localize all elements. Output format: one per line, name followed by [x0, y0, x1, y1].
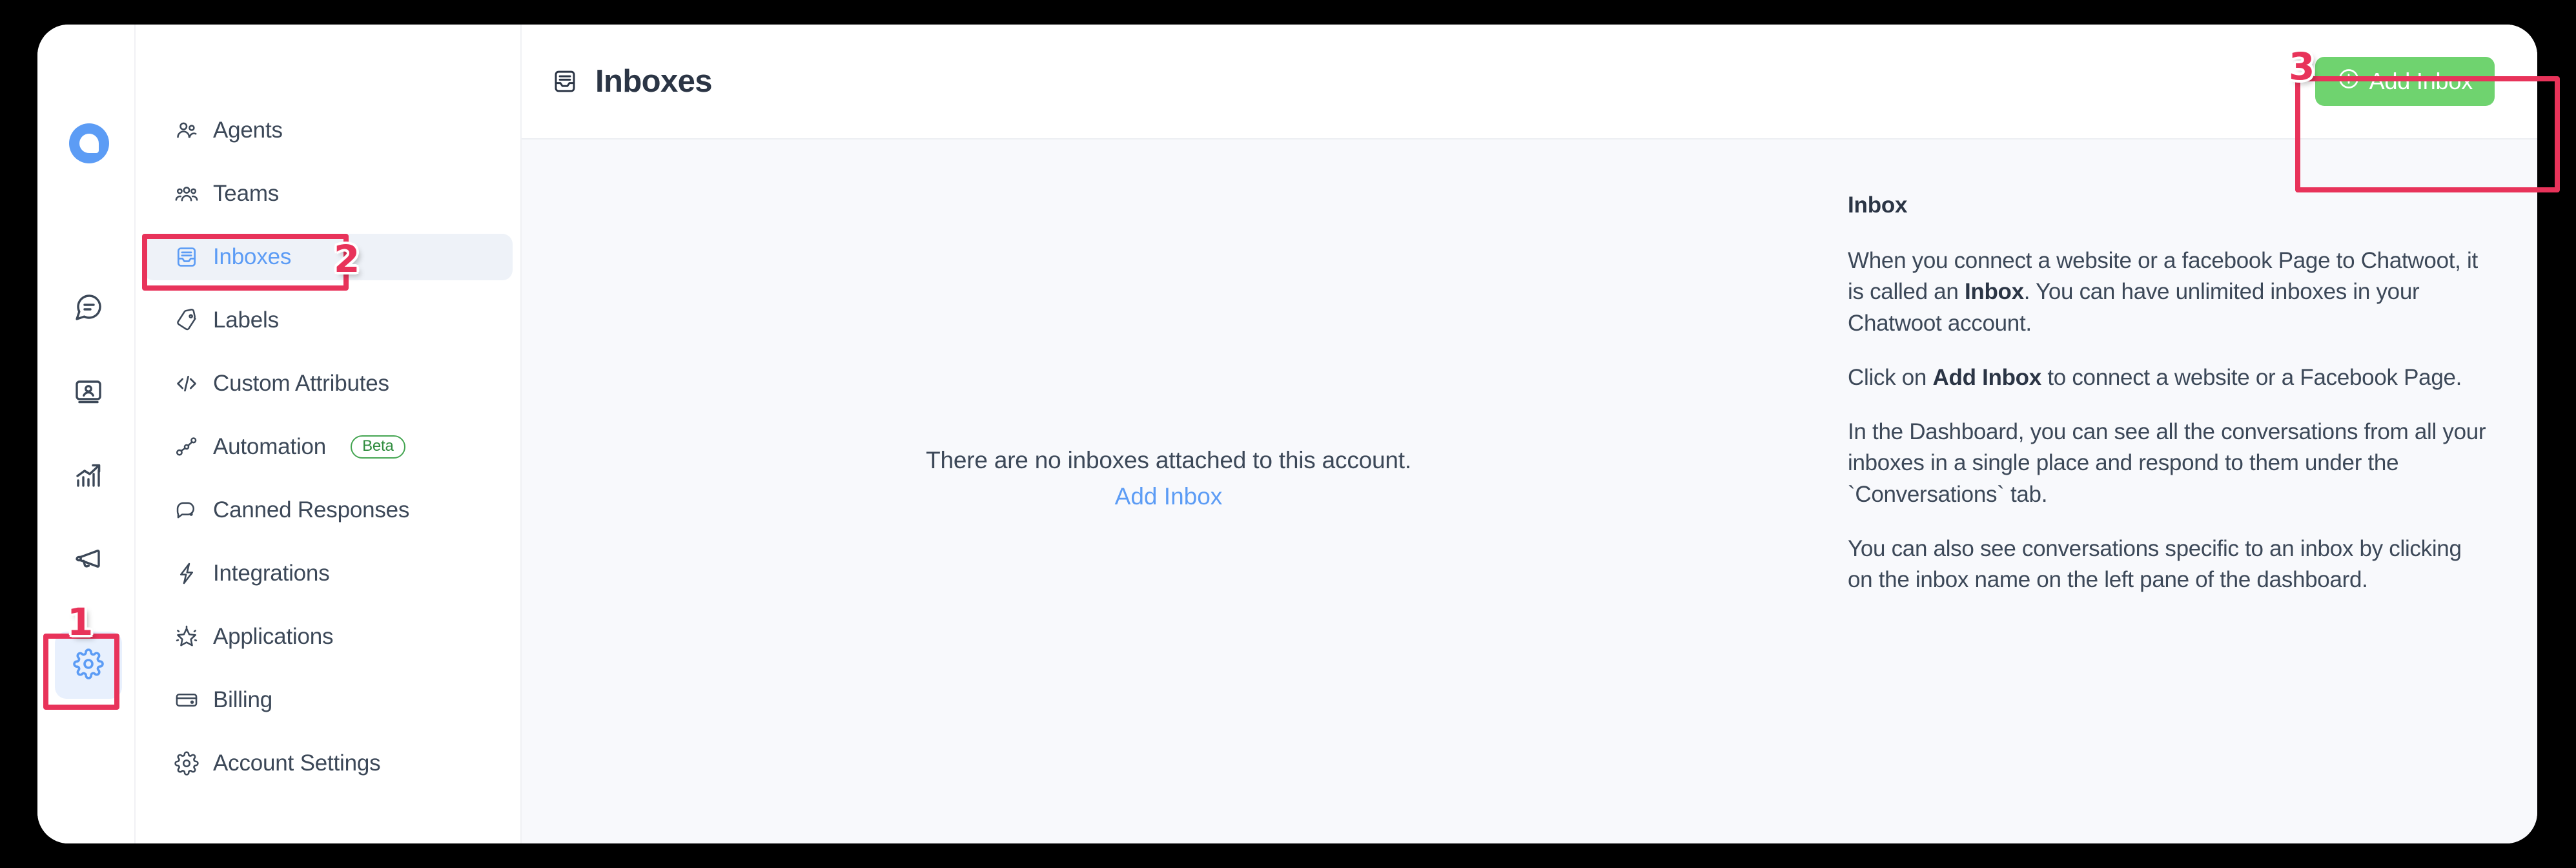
inbox-icon	[174, 245, 199, 269]
info-panel-heading: Inbox	[1848, 192, 1908, 218]
info-text: to connect a website or a Facebook Page.	[2041, 364, 2462, 390]
sidebar-item-teams[interactable]: Teams	[143, 170, 513, 217]
info-panel-paragraph-4: You can also see conversations specific …	[1848, 536, 2462, 593]
page-title: Inboxes	[595, 64, 713, 99]
team-group-icon	[174, 181, 199, 206]
sidebar-item-agents[interactable]: Agents	[143, 107, 513, 154]
info-panel-paragraph-1: When you connect a website or a facebook…	[1848, 245, 2491, 339]
rail-item-conversations[interactable]	[55, 275, 122, 342]
info-text: Click on	[1848, 364, 1933, 390]
bar-chart-up-icon	[73, 460, 104, 494]
inbox-info-panel: Inbox When you connect a website or a fa…	[1815, 140, 2537, 843]
credit-card-icon	[174, 688, 199, 712]
sidebar-item-account-settings[interactable]: Account Settings	[143, 740, 513, 787]
info-panel-paragraph-3: In the Dashboard, you can see all the co…	[1848, 419, 2486, 507]
rail-item-campaigns[interactable]	[55, 527, 122, 594]
sidebar-item-label: Teams	[213, 181, 280, 206]
star-burst-icon	[174, 625, 199, 649]
content-row: There are no inboxes attached to this ac…	[522, 140, 2537, 843]
add-inbox-button-label: Add Inbox	[2369, 68, 2473, 94]
sidebar-item-label: Canned Responses	[213, 497, 410, 522]
main-content: Inboxes Add Inbox There are no inboxes a…	[522, 25, 2537, 843]
sidebar-item-label: Labels	[213, 307, 279, 333]
rail-item-settings[interactable]	[55, 632, 122, 699]
plus-circle-icon	[2337, 67, 2360, 96]
sidebar-item-billing[interactable]: Billing	[143, 677, 513, 723]
sidebar-item-label: Account Settings	[213, 750, 381, 776]
settings-sidebar: Agents Teams Inboxes Labels Custom Attri…	[136, 25, 522, 843]
chatwoot-logo-icon[interactable]	[69, 123, 109, 163]
sidebar-item-inboxes[interactable]: Inboxes	[143, 234, 513, 280]
chat-bubble-icon	[73, 292, 104, 326]
screenshot-frame: Agents Teams Inboxes Labels Custom Attri…	[0, 0, 2576, 868]
sidebar-item-label: Agents	[213, 118, 283, 143]
people-icon	[174, 118, 199, 143]
sidebar-item-label: Automation	[213, 434, 327, 459]
sidebar-item-label: Custom Attributes	[213, 371, 389, 396]
megaphone-icon	[73, 544, 104, 578]
info-panel-paragraph-2: Click on Add Inbox to connect a website …	[1848, 362, 2491, 393]
lightning-icon	[174, 561, 199, 586]
rail-item-contacts[interactable]	[55, 359, 122, 426]
add-inbox-button[interactable]: Add Inbox	[2315, 57, 2495, 106]
gear-icon	[73, 648, 104, 683]
sidebar-item-label: Applications	[213, 624, 334, 649]
sidebar-item-label: Inboxes	[213, 244, 292, 269]
sidebar-item-label: Integrations	[213, 561, 330, 586]
sidebar-item-applications[interactable]: Applications	[143, 614, 513, 660]
chat-dots-icon	[174, 498, 199, 522]
inbox-icon	[551, 68, 578, 95]
sidebar-item-custom-attributes[interactable]: Custom Attributes	[143, 360, 513, 407]
beta-badge: Beta	[351, 435, 405, 459]
info-text-bold: Add Inbox	[1932, 364, 2042, 390]
automation-icon	[174, 435, 199, 459]
app-window: Agents Teams Inboxes Labels Custom Attri…	[37, 25, 2537, 843]
sidebar-item-automation[interactable]: Automation Beta	[143, 424, 513, 470]
sidebar-item-labels[interactable]: Labels	[143, 297, 513, 344]
contact-card-icon	[73, 376, 104, 410]
code-brackets-icon	[174, 371, 199, 396]
gear-icon	[174, 751, 199, 776]
tag-icon	[174, 308, 199, 333]
empty-state: There are no inboxes attached to this ac…	[522, 140, 1815, 843]
sidebar-item-integrations[interactable]: Integrations	[143, 550, 513, 597]
page-header: Inboxes Add Inbox	[522, 25, 2537, 140]
rail-item-reports[interactable]	[55, 443, 122, 510]
primary-icon-rail	[37, 25, 136, 843]
sidebar-item-label: Billing	[213, 687, 272, 712]
empty-state-add-inbox-link[interactable]: Add Inbox	[1115, 483, 1223, 510]
page-title-group: Inboxes	[551, 63, 713, 99]
sidebar-item-canned-responses[interactable]: Canned Responses	[143, 487, 513, 533]
empty-state-message: There are no inboxes attached to this ac…	[926, 447, 1411, 473]
info-text-bold: Inbox	[1964, 279, 2024, 305]
